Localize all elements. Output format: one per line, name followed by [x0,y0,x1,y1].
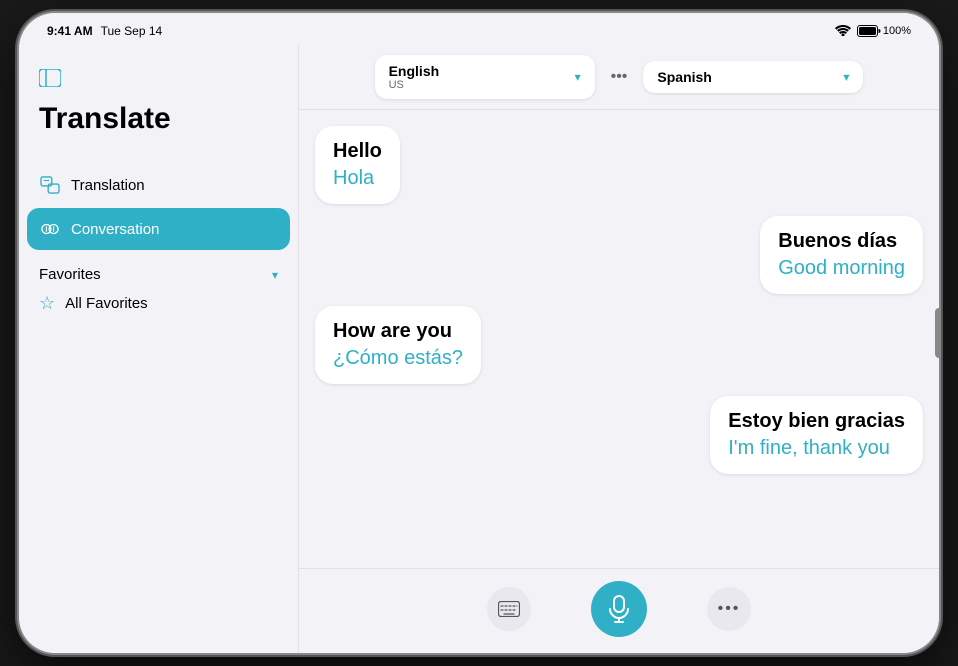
favorites-label: Favorites [39,266,101,283]
source-chevron-icon: ▾ [575,70,581,84]
conversation-area: English US ▾ ••• Spanish ▾ Hello [299,45,939,653]
status-time: 9:41 AM [47,24,93,38]
message-original-text: Buenos días [778,230,905,253]
translation-icon [39,174,61,196]
language-bar-dots[interactable]: ••• [603,68,636,86]
all-favorites-item[interactable]: ☆ All Favorites [39,283,278,324]
more-button[interactable]: ••• [707,587,751,631]
translation-label: Translation [71,177,145,194]
message-bubble[interactable]: Hello Hola [315,126,400,204]
message-translation-text: Hola [333,167,382,190]
target-language-text: Spanish [657,69,835,85]
sidebar: Translate Translation [19,45,299,653]
battery-pct: 100% [883,25,911,37]
message-translation-text: I'm fine, thank you [728,437,905,460]
status-date: Tue Sep 14 [101,24,163,38]
sidebar-item-conversation[interactable]: Conversation [27,208,290,250]
status-right: 100% [835,24,911,39]
source-language-selector[interactable]: English US ▾ [375,55,595,99]
message-translation-text: Good morning [778,257,905,280]
target-language-selector[interactable]: Spanish ▾ [643,61,863,93]
sidebar-favorites-section: Favorites ▾ ☆ All Favorites [19,250,298,328]
battery-icon: 100% [857,25,911,37]
message-original-text: Estoy bien gracias [728,410,905,433]
main-content: Translate Translation [19,45,939,653]
source-language-name: English [389,63,567,79]
ipad-device: 9:41 AM Tue Sep 14 100% [19,13,939,653]
message-bubble[interactable]: How are you ¿Cómo estás? [315,306,481,384]
favorites-header[interactable]: Favorites ▾ [39,266,278,283]
sidebar-toggle-icon[interactable] [39,69,278,92]
keyboard-button[interactable] [487,587,531,631]
target-chevron-icon: ▾ [843,70,849,84]
sidebar-nav: Translation Conversation [19,164,298,250]
source-language-region: US [389,79,567,91]
bottom-bar: ••• [299,568,939,653]
all-favorites-label: All Favorites [65,295,148,312]
messages-area: Hello Hola Buenos días Good morning How … [299,110,939,568]
message-original-text: Hello [333,140,382,163]
more-dots-icon: ••• [718,600,741,618]
status-bar: 9:41 AM Tue Sep 14 100% [19,13,939,45]
message-bubble[interactable]: Estoy bien gracias I'm fine, thank you [710,396,923,474]
conversation-icon [39,218,61,240]
message-translation-text: ¿Cómo estás? [333,347,463,370]
message-original-text: How are you [333,320,463,343]
sidebar-header: Translate [19,61,298,164]
conversation-label: Conversation [71,221,159,238]
source-language-text: English US [389,63,567,91]
favorites-chevron-icon: ▾ [272,268,278,282]
wifi-icon [835,24,851,39]
message-bubble[interactable]: Buenos días Good morning [760,216,923,294]
sidebar-title: Translate [39,102,278,136]
star-icon: ☆ [39,293,55,314]
sidebar-item-translation[interactable]: Translation [27,164,290,206]
side-button [935,308,939,358]
microphone-button[interactable] [591,581,647,637]
language-bar: English US ▾ ••• Spanish ▾ [299,45,939,110]
target-language-name: Spanish [657,69,835,85]
